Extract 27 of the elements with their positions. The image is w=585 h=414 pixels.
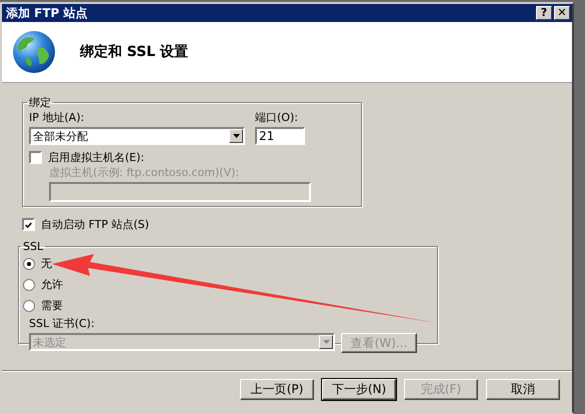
- checkbox-label: 启用虚拟主机名(E):: [48, 150, 144, 165]
- radio-label: 无: [41, 256, 52, 271]
- field-label: 虚拟主机(示例: ftp.contoso.com)(V):: [49, 165, 240, 180]
- radio-label: 允许: [41, 277, 63, 292]
- wizard-button[interactable]: 取消: [486, 379, 560, 400]
- field-label: 端口(O):: [255, 110, 299, 125]
- globe-icon: [12, 30, 56, 74]
- checkmark-icon: [24, 220, 33, 230]
- field-label: IP 地址(A):: [29, 110, 86, 125]
- radio-button[interactable]: [23, 258, 35, 270]
- wizard-button[interactable]: 下一步(N): [322, 379, 396, 400]
- ip-address-dropdown[interactable]: 全部未分配: [29, 127, 245, 145]
- radio-button[interactable]: [23, 300, 35, 312]
- group-label: 绑定: [28, 95, 52, 110]
- hostname-checkbox[interactable]: [29, 151, 42, 164]
- close-button[interactable]: ✕: [554, 6, 570, 20]
- radio-button[interactable]: [23, 278, 35, 290]
- field-label: SSL 证书(C):: [29, 316, 96, 331]
- radio-label: 需要: [41, 298, 63, 313]
- window-title: 添加 FTP 站点: [6, 4, 88, 22]
- group-label: SSL: [22, 240, 44, 253]
- page-heading: 绑定和 SSL 设置: [80, 43, 188, 61]
- checkbox-label: 自动启动 FTP 站点(S): [41, 217, 150, 232]
- autostart-checkbox[interactable]: [22, 218, 35, 231]
- port-field[interactable]: 21: [255, 127, 305, 145]
- help-button[interactable]: ?: [536, 6, 552, 20]
- wizard-button[interactable]: 上一页(P): [240, 379, 314, 400]
